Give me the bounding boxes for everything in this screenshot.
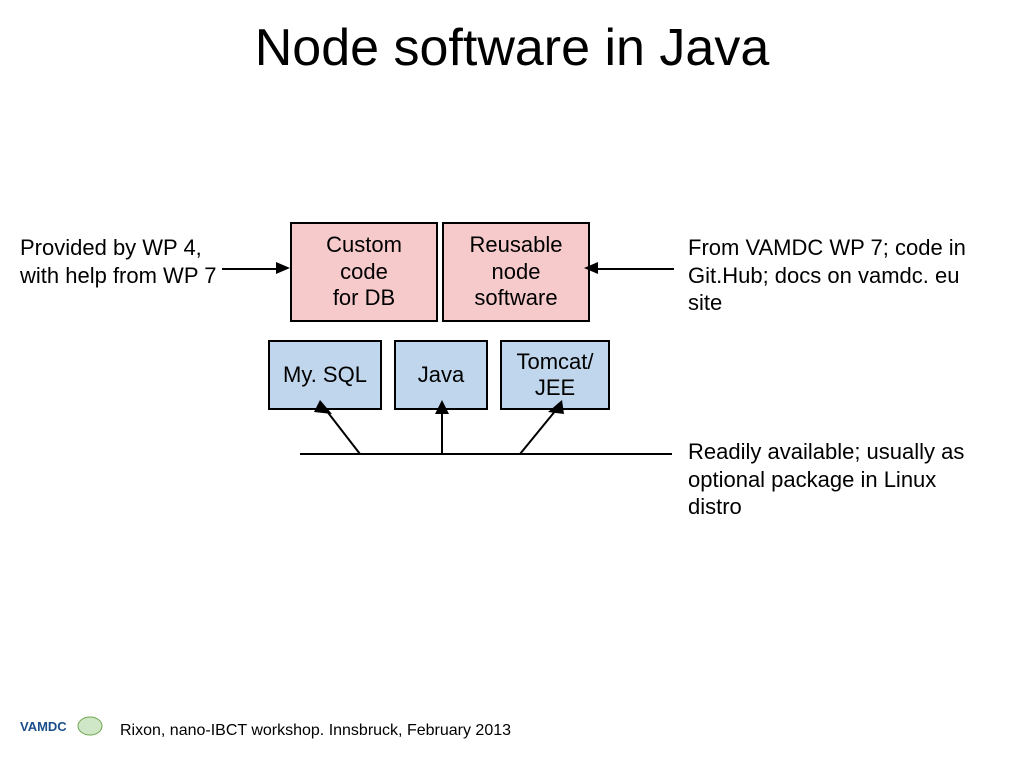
arrow-left-to-custom: [222, 268, 278, 270]
readily-annotation: Readily available; usually as optional p…: [688, 438, 978, 521]
box-java: Java: [394, 340, 488, 410]
right-annotation: From VAMDC WP 7; code in Git.Hub; docs o…: [688, 234, 998, 317]
left-annotation: Provided by WP 4, with help from WP 7: [20, 234, 230, 289]
footer-text: Rixon, nano-IBCT workshop. Innsbruck, Fe…: [120, 722, 511, 740]
arrow-right-to-reusable-head: [584, 262, 598, 274]
arrow-right-to-reusable: [596, 268, 674, 270]
vamdc-logo: VAMDC: [18, 711, 106, 746]
svg-text:VAMDC: VAMDC: [20, 719, 67, 734]
box-custom-code: Custom code for DB: [290, 222, 438, 322]
box-mysql: My. SQL: [268, 340, 382, 410]
arrow-left-to-custom-head: [276, 262, 290, 274]
slide-title: Node software in Java: [0, 18, 1024, 78]
box-reusable-node: Reusable node software: [442, 222, 590, 322]
box-tomcat: Tomcat/ JEE: [500, 340, 610, 410]
